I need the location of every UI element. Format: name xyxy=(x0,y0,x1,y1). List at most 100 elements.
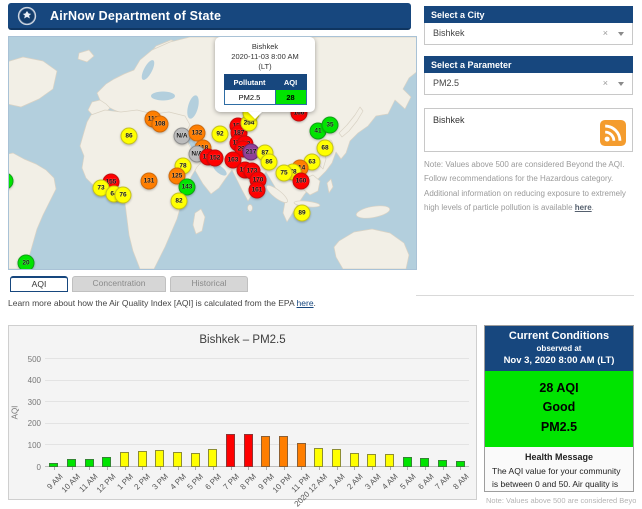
chart-bar[interactable] xyxy=(403,457,412,467)
city-select-card: Select a City Bishkek × xyxy=(424,6,633,45)
chart-bar[interactable] xyxy=(350,453,359,467)
app-title: AirNow Department of State xyxy=(50,9,221,23)
aqi-marker[interactable]: 76 xyxy=(115,187,132,204)
popup-col-pollutant: Pollutant xyxy=(224,75,275,90)
parameter-select-card: Select a Parameter PM2.5 × xyxy=(424,56,633,95)
chart-bar[interactable] xyxy=(385,454,394,467)
parameter-select[interactable]: PM2.5 × xyxy=(424,73,633,95)
clear-icon[interactable]: × xyxy=(603,23,608,44)
popup-datetime: 2020-11-03 8:00 AM xyxy=(219,52,311,62)
chart-bar[interactable] xyxy=(138,451,147,467)
map-popup: Bishkek 2020-11-03 8:00 AM (LT) Pollutan… xyxy=(215,37,315,112)
parameter-select-header: Select a Parameter xyxy=(424,56,633,73)
chevron-down-icon[interactable] xyxy=(618,32,624,36)
tab-concentration[interactable]: Concentration xyxy=(72,276,166,292)
aqi-marker[interactable]: 75 xyxy=(276,165,293,182)
conditions-title: Current Conditions xyxy=(487,330,631,342)
clear-icon[interactable]: × xyxy=(603,73,608,94)
chart-bar[interactable] xyxy=(297,443,306,467)
aqi-marker[interactable]: 82 xyxy=(171,193,188,210)
chart-xtick xyxy=(54,467,55,470)
chart-xtick-label: 6 AM xyxy=(416,472,435,491)
aqi-marker[interactable]: 92 xyxy=(212,126,229,143)
aqi-marker[interactable]: 86 xyxy=(261,154,278,171)
chart-bar[interactable] xyxy=(120,452,129,467)
rss-city-label: Bishkek xyxy=(433,115,465,125)
aqi-marker[interactable]: 152 xyxy=(207,150,224,167)
chart-title: Bishkek – PM2.5 xyxy=(9,334,476,346)
airnow-page: { "header": { "title": "AirNow Departmen… xyxy=(0,0,642,500)
chart-xtick xyxy=(425,467,426,470)
chart-xtick-label: 8 PM xyxy=(239,472,259,492)
aqi-marker[interactable]: 86 xyxy=(121,128,138,145)
health-message-text: The AQI value for your community is betw… xyxy=(492,465,626,492)
chart-bar[interactable] xyxy=(332,449,341,467)
chart-bar[interactable] xyxy=(191,453,200,467)
chart-bar[interactable] xyxy=(244,434,253,467)
chart-bar[interactable] xyxy=(173,452,182,467)
chart-ytick-label: 100 xyxy=(13,441,41,450)
chart-bar[interactable] xyxy=(367,454,376,467)
chart-bar[interactable] xyxy=(226,434,235,467)
chart-xtick-label: 2 PM xyxy=(133,472,153,492)
chart-ytick-label: 200 xyxy=(13,419,41,428)
aqi-marker[interactable]: 68 xyxy=(317,140,334,157)
chart-bar[interactable] xyxy=(155,450,164,467)
aqi-marker[interactable]: 35 xyxy=(322,117,339,134)
chart-gridline xyxy=(45,358,469,359)
chart-xtick xyxy=(107,467,108,470)
chart-bar[interactable] xyxy=(314,448,323,467)
city-select[interactable]: Bishkek × xyxy=(424,23,633,45)
chart-xtick-label: 7 PM xyxy=(221,472,241,492)
current-conditions-card: Current Conditions observed at Nov 3, 20… xyxy=(484,325,634,492)
chart-bar[interactable] xyxy=(261,436,270,467)
tab-aqi[interactable]: AQI xyxy=(10,276,68,292)
chart-xtick xyxy=(160,467,161,470)
chart-xtick xyxy=(231,467,232,470)
health-message-section: Health Message The AQI value for your co… xyxy=(485,447,633,492)
chart-bar[interactable] xyxy=(279,436,288,467)
aqi-marker[interactable]: 89 xyxy=(294,205,311,222)
chart-xtick xyxy=(443,467,444,470)
chart-xtick-label: 4 AM xyxy=(381,472,400,491)
chart-xtick xyxy=(284,467,285,470)
chart-xtick xyxy=(407,467,408,470)
tab-historical[interactable]: Historical xyxy=(170,276,248,292)
chart-xtick-label: 3 AM xyxy=(363,472,382,491)
chart-xtick-label: 8 AM xyxy=(451,472,470,491)
aqi-marker[interactable]: 108 xyxy=(152,116,169,133)
chart-xtick xyxy=(248,467,249,470)
learn-more-link[interactable]: here xyxy=(297,298,314,308)
chart-bar[interactable] xyxy=(208,449,217,467)
chart-bar[interactable] xyxy=(420,458,429,467)
chart-bar[interactable] xyxy=(67,459,76,467)
conditions-observed-label: observed at xyxy=(487,344,631,353)
chart-xtick xyxy=(178,467,179,470)
chart-xtick-label: 5 PM xyxy=(186,472,206,492)
rss-icon[interactable] xyxy=(600,120,626,146)
aqi-marker[interactable]: 131 xyxy=(141,173,158,190)
chart-xtick xyxy=(213,467,214,470)
aqi-marker[interactable]: 20 xyxy=(18,255,35,271)
chart-bar[interactable] xyxy=(102,457,111,467)
parameter-select-value: PM2.5 xyxy=(433,78,459,88)
aqi-marker[interactable]: 160 xyxy=(293,173,310,190)
health-message-header: Health Message xyxy=(492,452,626,462)
world-map[interactable]: 11210886N/A132118N/A13415278125143821311… xyxy=(8,36,417,270)
view-tabs: AQIConcentrationHistorical xyxy=(10,276,248,292)
chart-xtick-label: 3 PM xyxy=(151,472,171,492)
conditions-footnote: Note: Values above 500 are considered Be… xyxy=(486,496,636,505)
conditions-header: Current Conditions observed at Nov 3, 20… xyxy=(485,326,633,371)
rss-feed-card: Bishkek xyxy=(424,108,633,152)
chart-bar[interactable] xyxy=(85,459,94,467)
aqi-marker[interactable]: 161 xyxy=(249,182,266,199)
sidebar-note-link[interactable]: here xyxy=(575,203,592,212)
chevron-down-icon[interactable] xyxy=(618,82,624,86)
conditions-category: Good xyxy=(485,398,633,417)
chart-xtick xyxy=(72,467,73,470)
chart-xtick xyxy=(301,467,302,470)
chart-xtick xyxy=(372,467,373,470)
learn-more-prefix: Learn more about how the Air Quality Ind… xyxy=(8,298,297,308)
chart-xtick-label: 2 AM xyxy=(345,472,364,491)
chart-bar[interactable] xyxy=(438,460,447,467)
